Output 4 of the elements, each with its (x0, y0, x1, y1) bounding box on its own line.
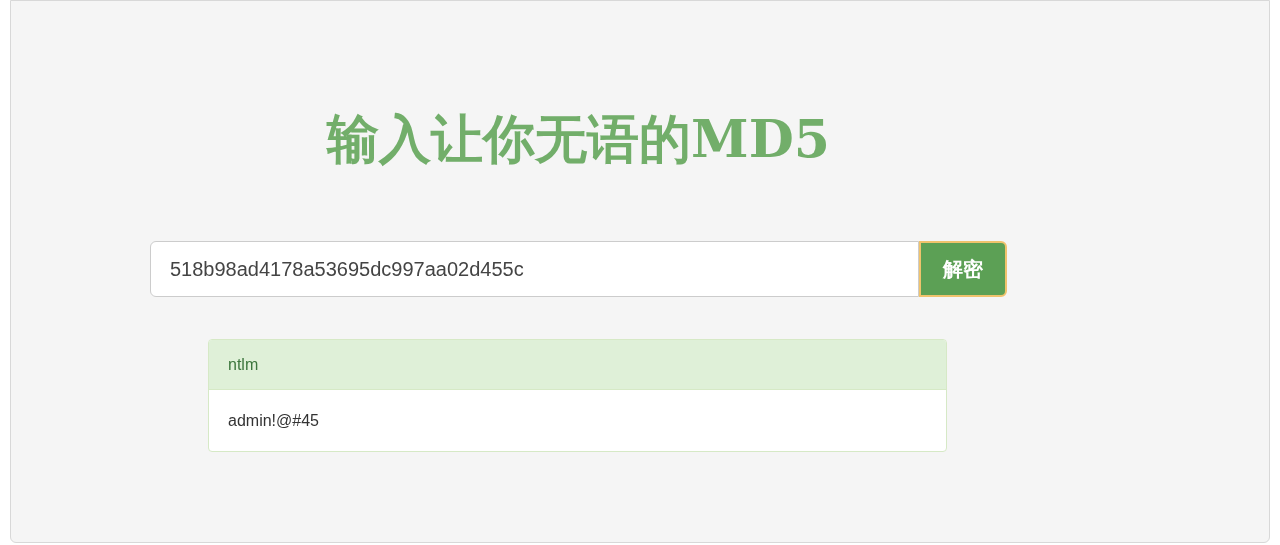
plaintext-result: admin!@#45 (228, 410, 319, 431)
hash-input-field[interactable]: 518b98ad4178a53695dc997aa02d455c (150, 241, 919, 297)
hash-type-label: ntlm (228, 354, 259, 375)
page-title: 输入让你无语的MD5 (327, 107, 830, 171)
